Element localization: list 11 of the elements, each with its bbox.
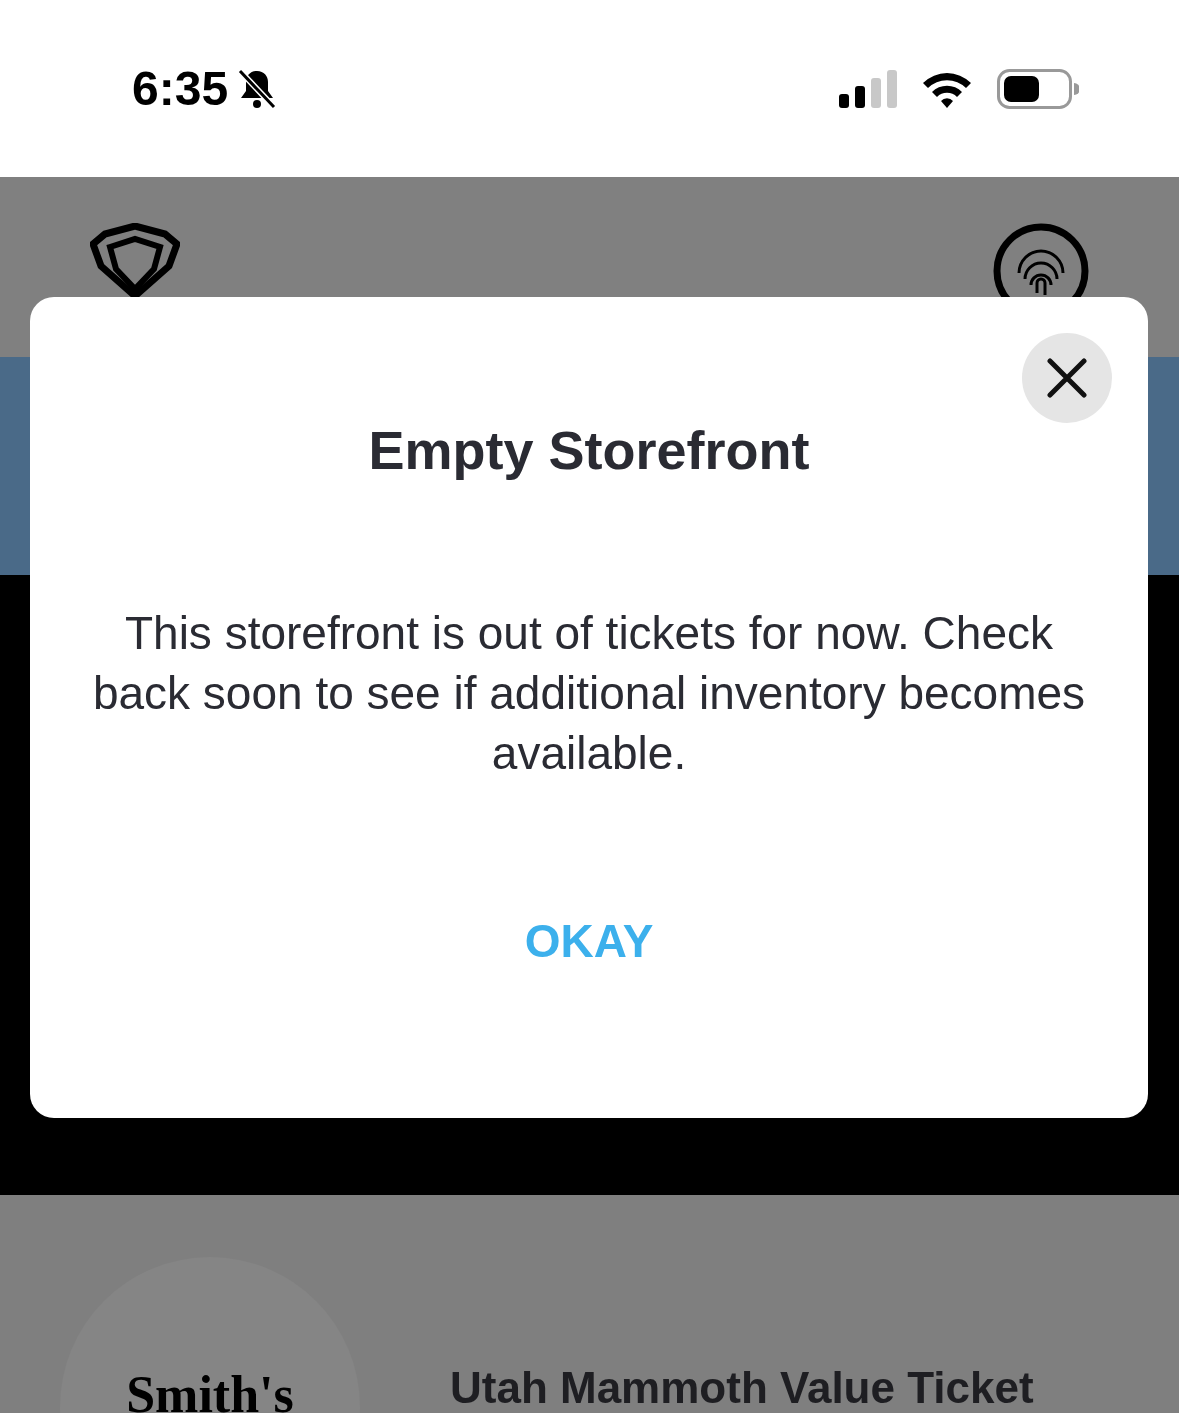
signal-icon <box>839 69 897 108</box>
dialog-message: This storefront is out of tickets for now. Check back soon to see if additional inventory becomes available. <box>91 605 1087 781</box>
status-time: 6:35 <box>132 60 229 117</box>
shield-logo-icon <box>90 223 180 298</box>
okay-button[interactable]: OKAY <box>508 902 670 980</box>
listing-title: Utah Mammoth Value Ticket <box>450 1362 1034 1413</box>
dialog-title: Empty Storefront <box>368 419 810 482</box>
store-logo-text: Smith's <box>126 1369 294 1413</box>
battery-icon <box>997 68 1079 109</box>
close-icon <box>1047 358 1087 398</box>
fingerprint-icon <box>993 223 1089 299</box>
